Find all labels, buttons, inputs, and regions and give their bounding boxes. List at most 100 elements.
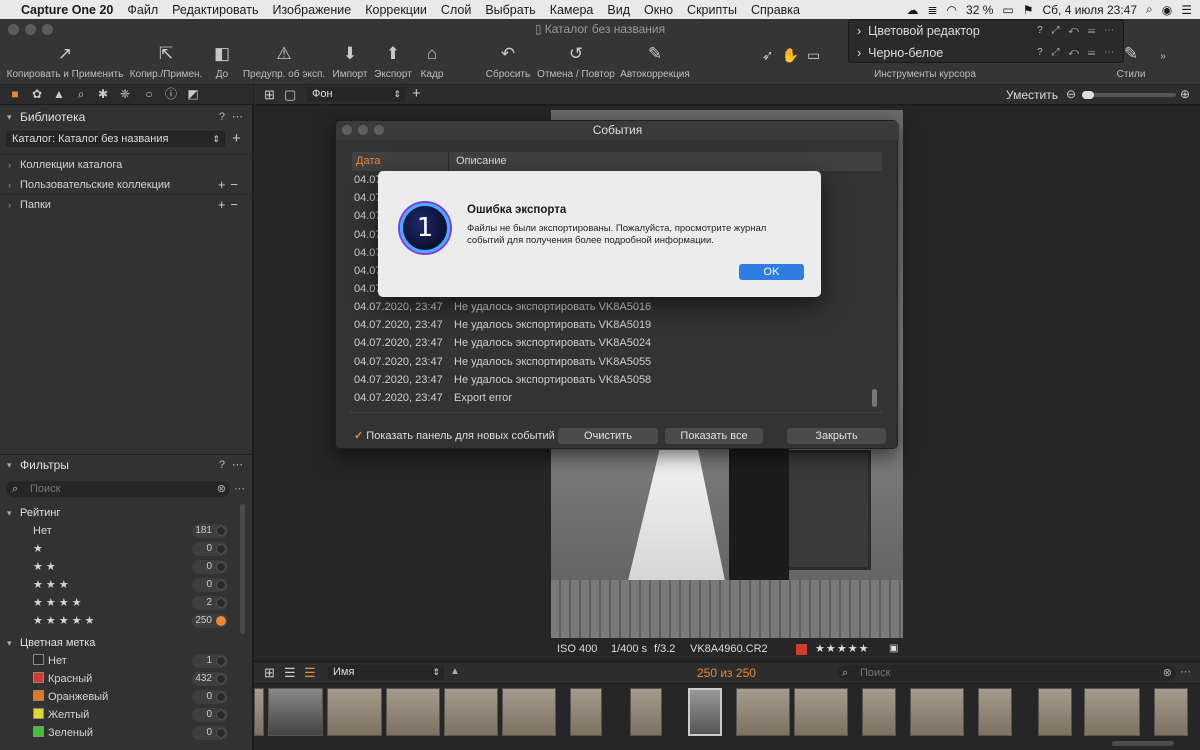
more-tools-icon[interactable]: » xyxy=(1156,51,1170,62)
color-label-row[interactable]: Оранжевый 0 xyxy=(0,688,240,706)
thumbnail[interactable] xyxy=(1038,688,1072,736)
filters-search-input[interactable]: ⌕ Поиск ⊗ xyxy=(6,481,230,497)
thumbnail[interactable] xyxy=(444,688,498,736)
event-row[interactable]: 04.07.2020, 23:47 Не удалось экспортирова… xyxy=(354,316,874,334)
grid-view-icon[interactable]: ⊞ xyxy=(264,87,275,103)
clear-search-icon[interactable]: ⊗ xyxy=(217,481,226,497)
section-controls[interactable]: ? ⋯ xyxy=(219,107,245,127)
list-icon[interactable]: ☰ xyxy=(1181,3,1192,17)
show-panel-checkbox[interactable]: ✓ Показать панель для новых событий xyxy=(354,429,555,442)
filters-section-header[interactable]: ▾ Фильтры ? ⋯ xyxy=(0,455,253,475)
export-button[interactable]: ⬆ Экспорт xyxy=(373,43,413,80)
menu-4[interactable]: Слой xyxy=(434,3,478,17)
color-count-badge[interactable]: 0 xyxy=(192,708,228,722)
filters-more-icon[interactable]: ⋯ xyxy=(234,481,245,497)
section-controls[interactable]: ? ⋯ xyxy=(219,455,245,475)
color-label-swatch[interactable] xyxy=(796,644,807,655)
thumbnail[interactable] xyxy=(1154,688,1188,736)
sort-select[interactable]: Имя ⇕ xyxy=(328,665,444,680)
battery-icon[interactable]: ▭ xyxy=(1002,3,1013,17)
siri-icon[interactable]: ◉ xyxy=(1162,3,1172,17)
rating-count-badge[interactable]: 250 xyxy=(192,614,228,628)
rating-count-badge[interactable]: 2 xyxy=(192,596,228,610)
library-row-catalog-collections[interactable]: › Коллекции каталога xyxy=(0,155,253,175)
menu-10[interactable]: Справка xyxy=(744,3,807,17)
catalog-select[interactable]: Каталог: Каталог без названия ⇕ xyxy=(6,131,225,147)
sort-direction-icon[interactable]: ▲ xyxy=(450,666,460,677)
zoom-dialog-button[interactable] xyxy=(374,125,384,135)
before-button[interactable]: ◧ До xyxy=(208,43,236,80)
list-view-icon[interactable]: ☰ xyxy=(284,665,296,681)
thumbnail[interactable] xyxy=(736,688,790,736)
exposure-tab-icon[interactable]: ▲ xyxy=(52,87,66,101)
thumbnail[interactable] xyxy=(570,688,602,736)
auto-adjust-button[interactable]: ✎ Автокоррекция xyxy=(619,43,691,80)
filters-scrollbar[interactable] xyxy=(240,504,245,634)
rating-row[interactable]: ★ 0 xyxy=(0,540,240,558)
adjust-tab-icon[interactable]: ✱ xyxy=(96,87,110,101)
rating-row[interactable]: Нет 181 xyxy=(0,522,240,540)
fit-label[interactable]: Уместить xyxy=(1006,88,1058,102)
app-menu[interactable]: Capture One 20 xyxy=(14,3,120,17)
thumbnail[interactable] xyxy=(794,688,848,736)
zoom-slider[interactable] xyxy=(1082,91,1176,99)
clear-search-icon[interactable]: ⊗ xyxy=(1163,665,1172,681)
zoom-window-button[interactable] xyxy=(42,24,53,35)
zoom-out-icon[interactable]: ⊖ xyxy=(1066,87,1076,101)
color-count-badge[interactable]: 0 xyxy=(192,690,228,704)
filmstrip-scrollbar[interactable] xyxy=(1112,741,1174,746)
event-row[interactable]: 04.07.2020, 23:47 Не удалось экспортирова… xyxy=(354,371,874,389)
capture-button[interactable]: ⌂ Кадр xyxy=(417,43,447,80)
add-catalog-icon[interactable]: + xyxy=(232,131,241,147)
thumbnail[interactable] xyxy=(254,688,264,736)
menu-7[interactable]: Вид xyxy=(600,3,637,17)
stack-icon[interactable]: ≣ xyxy=(927,3,937,17)
close-window-button[interactable] xyxy=(8,24,19,35)
color-count-badge[interactable]: 1 xyxy=(192,654,228,668)
cloud-icon[interactable]: ☁ xyxy=(906,3,918,17)
column-description[interactable]: Описание xyxy=(456,152,507,171)
rating-row[interactable]: ★ ★ ★ ★ ★ 250 xyxy=(0,612,240,630)
thumbnail[interactable] xyxy=(1084,688,1140,736)
thumbnail[interactable] xyxy=(978,688,1012,736)
color-count-badge[interactable]: 0 xyxy=(192,726,228,740)
import-button[interactable]: ⬇ Импорт xyxy=(331,43,369,80)
single-view-icon[interactable]: ▢ xyxy=(284,87,296,103)
close-button[interactable]: Закрыть xyxy=(787,428,886,444)
popup-row-bw[interactable]: › Черно-белое? ⤢ ↶ ☰ ⋯ xyxy=(849,42,1125,64)
menu-5[interactable]: Выбрать xyxy=(478,3,542,17)
search-icon[interactable]: ⌕ xyxy=(1146,2,1153,17)
library-row-user-collections[interactable]: › Пользовательские коллекции +− xyxy=(0,175,253,195)
menu-9[interactable]: Скрипты xyxy=(680,3,744,17)
color-label-row[interactable]: Красный 432 xyxy=(0,670,240,688)
rating-count-badge[interactable]: 0 xyxy=(192,542,228,556)
add-icon[interactable]: + xyxy=(412,85,421,102)
library-tab-icon[interactable]: ■ xyxy=(8,87,22,101)
minimize-window-button[interactable] xyxy=(25,24,36,35)
add-remove-icons[interactable]: +− xyxy=(218,175,243,195)
column-date[interactable]: Дата xyxy=(356,152,380,171)
rating-row[interactable]: ★ ★ ★ ★ 2 xyxy=(0,594,240,612)
library-section-header[interactable]: ▾ Библиотека ? ⋯ xyxy=(0,107,253,127)
rating-count-badge[interactable]: 181 xyxy=(192,524,228,538)
filmstrip-more-icon[interactable]: ⋯ xyxy=(1180,665,1191,678)
output-tab-icon[interactable]: ◩ xyxy=(186,87,200,101)
event-row[interactable]: 04.07.2020, 23:47 Export error xyxy=(354,389,874,407)
filmstrip-view-icon[interactable]: ☰ xyxy=(304,665,316,681)
copy-paste-button[interactable]: ⇱ Копир./Примен. xyxy=(128,43,204,80)
menu-3[interactable]: Коррекции xyxy=(358,3,434,17)
event-row[interactable]: 04.07.2020, 23:47 Не удалось экспортирова… xyxy=(354,334,874,352)
filmstrip-search-input[interactable]: ⌕ Поиск ⊗ xyxy=(838,665,1176,681)
zoom-slider-knob[interactable] xyxy=(1082,91,1094,99)
menu-8[interactable]: Окно xyxy=(637,3,680,17)
event-row[interactable]: 04.07.2020, 23:47 Не удалось экспортирова… xyxy=(354,353,874,371)
menu-2[interactable]: Изображение xyxy=(265,3,358,17)
undo-redo-button[interactable]: ↺ Отмена / Повтор xyxy=(536,43,616,80)
color-label-row[interactable]: Нет 1 xyxy=(0,652,240,670)
popup-row-controls[interactable]: ? ⤢ ↶ ☰ ⋯ xyxy=(1037,20,1117,42)
popup-row-color-editor[interactable]: › Цветовой редактор? ⤢ ↶ ☰ ⋯ xyxy=(849,20,1125,42)
copy-apply-button[interactable]: ↗ Копировать и Применить xyxy=(6,43,124,80)
thumbnail-selected[interactable] xyxy=(688,688,722,736)
rating-header[interactable]: ▾ Рейтинг xyxy=(0,503,253,523)
info-icon[interactable]: ▣ xyxy=(889,641,898,657)
